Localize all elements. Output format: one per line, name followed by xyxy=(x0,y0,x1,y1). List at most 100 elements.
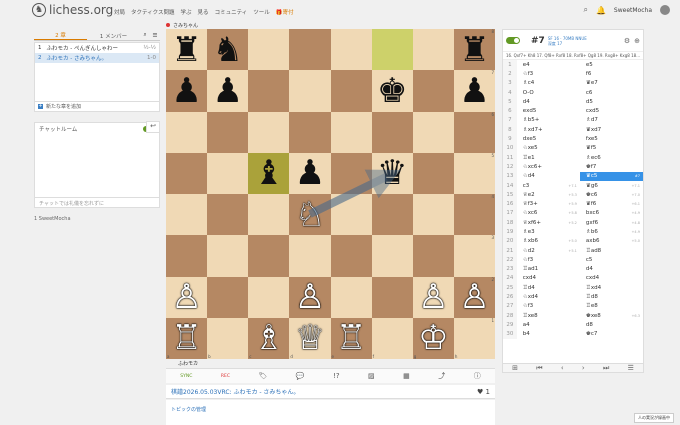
board-square[interactable] xyxy=(371,276,413,318)
board-square[interactable]: ♝ xyxy=(248,152,290,194)
chess-piece[interactable]: ♚ xyxy=(377,74,407,108)
white-move[interactable]: ♗c4 xyxy=(517,79,580,88)
board-square[interactable] xyxy=(330,111,372,153)
nav-donate[interactable]: 🎁寄付 xyxy=(276,8,294,16)
board-square[interactable] xyxy=(207,235,249,277)
board-square[interactable] xyxy=(330,194,372,236)
chess-piece[interactable]: ♖ xyxy=(171,321,201,355)
board-square[interactable]: ♟ xyxy=(166,70,208,112)
chess-piece[interactable]: ♟ xyxy=(459,74,489,108)
board-square[interactable]: 1h xyxy=(453,317,495,359)
white-move[interactable]: ♖d4 xyxy=(517,283,580,292)
board-square[interactable] xyxy=(289,70,331,112)
board-square[interactable] xyxy=(330,152,372,194)
board-square[interactable] xyxy=(371,235,413,277)
board-square[interactable] xyxy=(166,111,208,153)
black-move[interactable]: ♚c7 xyxy=(580,330,643,339)
chess-piece[interactable]: ♜ xyxy=(459,33,489,67)
chat-input[interactable]: チャットでは礼儀を忘れずに xyxy=(35,197,159,207)
chess-piece[interactable]: ♞ xyxy=(212,33,242,67)
engine-target-icon[interactable]: ⊕ xyxy=(634,37,640,45)
chess-piece[interactable]: ♟ xyxy=(212,74,242,108)
board-square[interactable] xyxy=(412,70,454,112)
chapter-item[interactable]: 1 ふわモカ - ぺんぎんしゃわー ½-½ xyxy=(35,43,159,53)
prev-move-button[interactable]: ‹ xyxy=(561,364,564,372)
black-move[interactable]: c5 xyxy=(580,255,643,264)
board-square[interactable] xyxy=(248,235,290,277)
chess-piece[interactable]: ♔ xyxy=(418,321,448,355)
board-square[interactable] xyxy=(330,29,372,71)
board-square[interactable]: ♙ 2 xyxy=(453,276,495,318)
board-square[interactable] xyxy=(330,276,372,318)
chart-icon[interactable]: ▨ xyxy=(368,372,375,380)
like-button[interactable]: ♥ 1 xyxy=(477,388,490,396)
board-square[interactable]: b xyxy=(207,317,249,359)
explorer-icon[interactable]: ⊞ xyxy=(512,364,518,372)
board-square[interactable] xyxy=(412,194,454,236)
chess-piece[interactable]: ♜ xyxy=(171,33,201,67)
board-square[interactable] xyxy=(371,111,413,153)
board-icon[interactable]: ▦ xyxy=(403,372,410,380)
white-move[interactable]: ♗xb6 +5.0 xyxy=(517,237,580,246)
board-square[interactable]: 4 xyxy=(453,194,495,236)
white-move[interactable]: ♖e1 xyxy=(517,153,580,162)
white-move[interactable]: ♗b5+ xyxy=(517,116,580,125)
board-square[interactable]: ♕ d xyxy=(289,317,331,359)
black-move[interactable]: d4 xyxy=(580,265,643,274)
top-player-name[interactable]: さみちゃん xyxy=(173,22,198,29)
black-move[interactable]: cxd5 xyxy=(580,106,643,115)
site-logo[interactable]: ♞ lichess.org xyxy=(32,3,113,17)
board-square[interactable]: ♛ xyxy=(371,152,413,194)
black-move[interactable]: ♚f7 xyxy=(580,162,643,171)
board-square[interactable] xyxy=(412,235,454,277)
board-square[interactable] xyxy=(207,111,249,153)
board-square[interactable]: f xyxy=(371,317,413,359)
board-square[interactable]: ♜ 8 xyxy=(453,29,495,71)
white-move[interactable]: ♗xd7+ xyxy=(517,125,580,134)
chat-tools-icon[interactable]: ↩ xyxy=(146,121,160,133)
white-move[interactable]: c3 +7.1 xyxy=(517,181,580,190)
board-square[interactable] xyxy=(371,194,413,236)
nav-play[interactable]: 対局 xyxy=(114,8,125,16)
manage-topics-link[interactable]: トピックの管理 xyxy=(171,407,206,413)
board-square[interactable]: ♘ xyxy=(289,194,331,236)
white-move[interactable]: e4 xyxy=(517,60,580,69)
last-move-button[interactable]: ⏭ xyxy=(603,364,609,373)
chess-piece[interactable]: ♙ xyxy=(418,280,448,314)
menu-button[interactable]: ☰ xyxy=(628,364,634,372)
board-square[interactable]: ♖ a xyxy=(166,317,208,359)
white-move[interactable]: b4 xyxy=(517,330,580,339)
chess-piece[interactable]: ♙ xyxy=(171,280,201,314)
username[interactable]: SweetMocha xyxy=(614,7,652,14)
black-move[interactable]: ♖ad8 xyxy=(580,246,643,255)
board-square[interactable] xyxy=(330,70,372,112)
white-move[interactable]: a4 xyxy=(517,320,580,329)
chess-piece[interactable]: ♟ xyxy=(171,74,201,108)
white-move[interactable]: ♘d4 xyxy=(517,172,580,181)
black-move[interactable]: gxf6 +4.8 xyxy=(580,218,643,227)
tab-chapters[interactable]: 2 章 xyxy=(34,31,87,40)
white-move[interactable]: O-O xyxy=(517,88,580,97)
board-square[interactable] xyxy=(371,29,413,71)
board-square[interactable] xyxy=(248,29,290,71)
board-square[interactable] xyxy=(412,111,454,153)
board-square[interactable] xyxy=(166,194,208,236)
board-square[interactable]: ♖ e xyxy=(330,317,372,359)
nav-community[interactable]: コミュニティ xyxy=(215,8,248,16)
board-square[interactable]: ♗ c xyxy=(248,317,290,359)
black-move[interactable]: fxe5 xyxy=(580,134,643,143)
board-square[interactable]: ♞ xyxy=(207,29,249,71)
black-move[interactable]: ♖d8 xyxy=(580,292,643,301)
nav-tools[interactable]: ツール xyxy=(253,8,270,16)
board-square[interactable] xyxy=(207,276,249,318)
chess-piece[interactable]: ♛ xyxy=(377,156,407,190)
board-square[interactable] xyxy=(412,29,454,71)
principal-variation[interactable]: 16. Qxf7+ Kh8 17. Qf8+ Rxf8 18. Rxf8+ Qg… xyxy=(503,52,643,60)
nav-learn[interactable]: 学ぶ xyxy=(181,8,192,16)
board-square[interactable]: ♙ xyxy=(166,276,208,318)
black-move[interactable]: ♛f6 +6.1 xyxy=(580,199,643,208)
black-move[interactable]: e5 xyxy=(580,60,643,69)
black-move[interactable]: ♛g6 +7.1 xyxy=(580,181,643,190)
white-move[interactable]: ♘xc6+ xyxy=(517,162,580,171)
chess-piece[interactable]: ♝ xyxy=(254,156,284,190)
